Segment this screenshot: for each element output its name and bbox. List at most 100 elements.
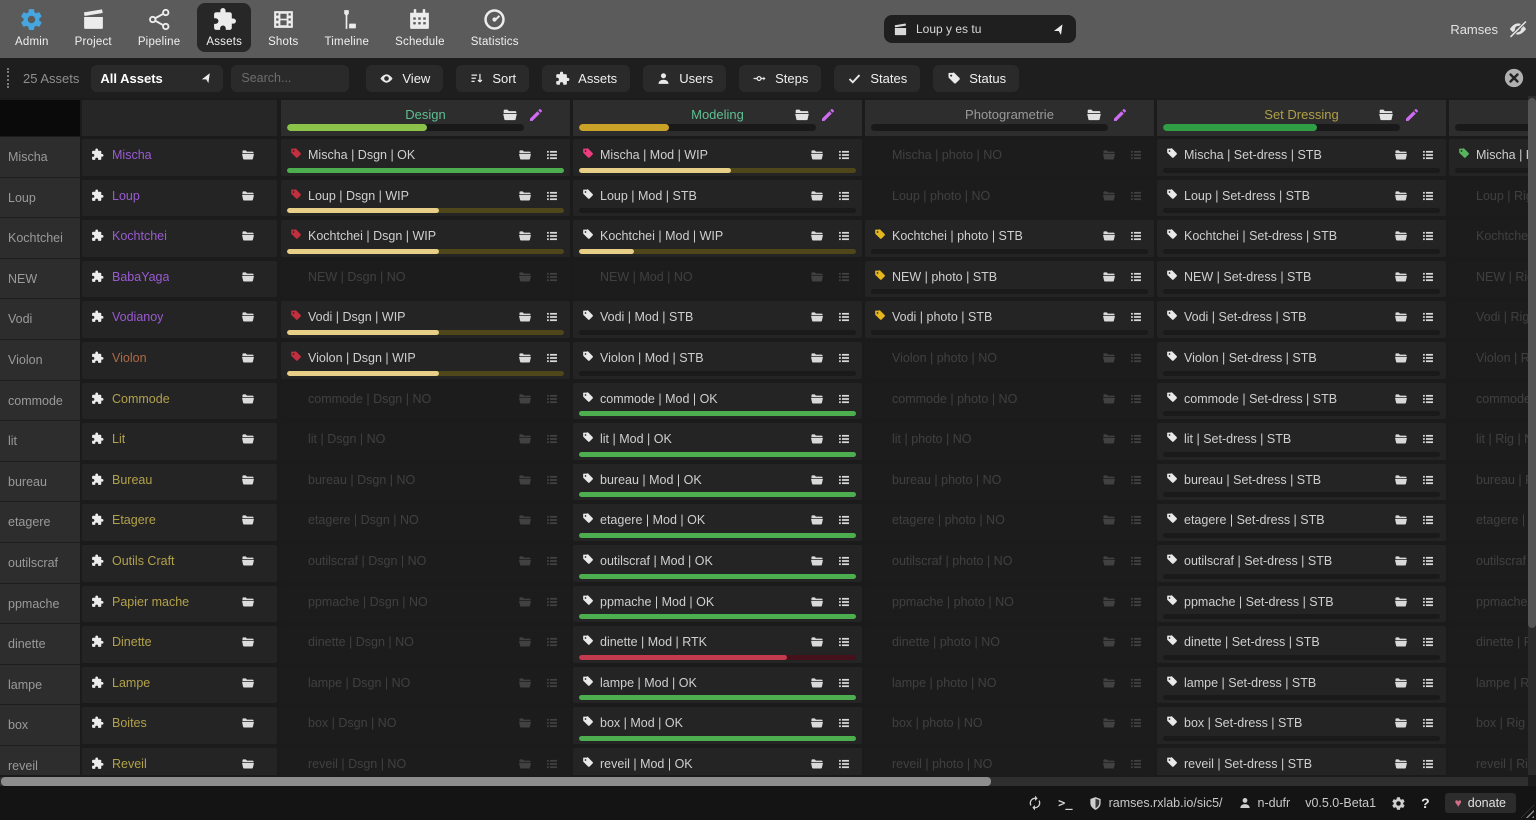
status-cell[interactable]: Mischa | Rig | STB [1449, 139, 1528, 176]
list-icon[interactable] [1129, 351, 1143, 365]
status-cell[interactable]: bureau | Rig | NO [1449, 464, 1528, 501]
drag-handle[interactable] [7, 68, 15, 88]
folder-icon[interactable] [810, 189, 824, 203]
list-icon[interactable] [545, 432, 559, 446]
filter-button-sort[interactable]: Sort [456, 65, 529, 92]
status-cell[interactable]: lampe | photo | NO [865, 667, 1154, 704]
pencil-icon[interactable] [1112, 107, 1128, 123]
status-cell[interactable]: NEW | Dsgn | NO [281, 261, 570, 298]
row-header-loup[interactable]: Loup [0, 178, 80, 219]
list-icon[interactable] [1129, 270, 1143, 284]
status-cell[interactable]: outilscraf | Rig | NO [1449, 545, 1528, 582]
status-cell[interactable]: Kochtchei | Mod | WIP [573, 220, 862, 257]
folder-icon[interactable] [1394, 676, 1408, 690]
list-icon[interactable] [837, 716, 851, 730]
status-cell[interactable]: Mischa | Mod | WIP [573, 139, 862, 176]
status-cell[interactable]: box | photo | NO [865, 707, 1154, 744]
status-cell[interactable]: Violon | Dsgn | WIP [281, 342, 570, 379]
filter-button-users[interactable]: Users [643, 65, 726, 92]
status-cell[interactable]: ppmache | Set-dress | STB [1157, 586, 1446, 623]
asset-item-etagere[interactable]: Etagere [82, 504, 277, 541]
row-header-ppmache[interactable]: ppmache [0, 584, 80, 625]
list-icon[interactable] [545, 513, 559, 527]
status-cell[interactable]: commode | Dsgn | NO [281, 383, 570, 420]
status-cell[interactable]: dinette | Rig | NO [1449, 626, 1528, 663]
folder-icon[interactable] [1086, 107, 1102, 123]
status-cell[interactable]: Vodi | photo | STB [865, 301, 1154, 338]
status-cell[interactable]: box | Dsgn | NO [281, 707, 570, 744]
folder-icon[interactable] [518, 716, 532, 730]
folder-icon[interactable] [810, 392, 824, 406]
folder-icon[interactable] [1394, 757, 1408, 771]
folder-icon[interactable] [1102, 513, 1116, 527]
folder-icon[interactable] [1394, 148, 1408, 162]
list-icon[interactable] [837, 189, 851, 203]
list-icon[interactable] [1421, 595, 1435, 609]
asset-item-outils-craft[interactable]: Outils Craft [82, 545, 277, 582]
help-icon[interactable]: ? [1421, 795, 1430, 811]
list-icon[interactable] [1421, 270, 1435, 284]
status-cell[interactable]: lit | Set-dress | STB [1157, 423, 1446, 460]
horizontal-scrollbar[interactable] [0, 777, 1528, 786]
status-cell[interactable]: ppmache | Dsgn | NO [281, 586, 570, 623]
pencil-icon[interactable] [820, 107, 836, 123]
asset-item-babayaga[interactable]: BabaYaga [82, 261, 277, 298]
folder-icon[interactable] [810, 635, 824, 649]
folder-icon[interactable] [241, 554, 255, 568]
tool-tab-assets[interactable]: Assets [197, 3, 251, 52]
folder-icon[interactable] [518, 148, 532, 162]
folder-icon[interactable] [1394, 229, 1408, 243]
step-header-set-dressing[interactable]: Set Dressing [1157, 100, 1446, 136]
folder-icon[interactable] [241, 148, 255, 162]
folder-icon[interactable] [518, 310, 532, 324]
status-cell[interactable]: outilscraf | Mod | OK [573, 545, 862, 582]
folder-icon[interactable] [1394, 595, 1408, 609]
row-header-box[interactable]: box [0, 705, 80, 746]
status-cell[interactable]: lit | Rig | NO [1449, 423, 1528, 460]
folder-icon[interactable] [518, 473, 532, 487]
row-header-lampe[interactable]: lampe [0, 665, 80, 706]
status-cell[interactable]: lampe | Set-dress | STB [1157, 667, 1446, 704]
status-cell[interactable]: lampe | Mod | OK [573, 667, 862, 704]
tool-tab-pipeline[interactable]: Pipeline [129, 3, 190, 52]
vertical-scrollbar[interactable] [1528, 96, 1536, 775]
list-icon[interactable] [1421, 676, 1435, 690]
status-cell[interactable]: NEW | Set-dress | STB [1157, 261, 1446, 298]
folder-icon[interactable] [1102, 716, 1116, 730]
status-cell[interactable]: Loup | Dsgn | WIP [281, 180, 570, 217]
list-icon[interactable] [1129, 554, 1143, 568]
status-cell[interactable]: bureau | Dsgn | NO [281, 464, 570, 501]
asset-item-papier-mache[interactable]: Papier mache [82, 586, 277, 623]
list-icon[interactable] [1129, 676, 1143, 690]
donate-button[interactable]: ♥ donate [1445, 793, 1516, 813]
folder-icon[interactable] [1378, 107, 1394, 123]
status-cell[interactable]: Loup | Mod | STB [573, 180, 862, 217]
folder-icon[interactable] [810, 473, 824, 487]
folder-icon[interactable] [794, 107, 810, 123]
status-cell[interactable]: etagere | Dsgn | NO [281, 504, 570, 541]
status-cell[interactable]: Vodi | Mod | STB [573, 301, 862, 338]
list-icon[interactable] [545, 554, 559, 568]
status-cell[interactable]: Loup | photo | NO [865, 180, 1154, 217]
status-cell[interactable]: reveil | Rig | NO [1449, 748, 1528, 775]
row-header-dinette[interactable]: dinette [0, 624, 80, 665]
folder-icon[interactable] [1394, 554, 1408, 568]
asset-item-boites[interactable]: Boites [82, 707, 277, 744]
tool-tab-statistics[interactable]: Statistics [462, 3, 528, 52]
folder-icon[interactable] [810, 351, 824, 365]
list-icon[interactable] [1129, 473, 1143, 487]
status-cell[interactable]: Violon | Mod | STB [573, 342, 862, 379]
status-cell[interactable]: etagere | photo | NO [865, 504, 1154, 541]
status-cell[interactable]: commode | photo | NO [865, 383, 1154, 420]
list-icon[interactable] [1421, 310, 1435, 324]
folder-icon[interactable] [810, 270, 824, 284]
folder-icon[interactable] [1394, 635, 1408, 649]
list-icon[interactable] [1129, 148, 1143, 162]
folder-icon[interactable] [1394, 351, 1408, 365]
folder-icon[interactable] [518, 351, 532, 365]
list-icon[interactable] [837, 392, 851, 406]
folder-icon[interactable] [241, 473, 255, 487]
asset-item-loup[interactable]: Loup [82, 180, 277, 217]
folder-icon[interactable] [1394, 716, 1408, 730]
list-icon[interactable] [545, 189, 559, 203]
